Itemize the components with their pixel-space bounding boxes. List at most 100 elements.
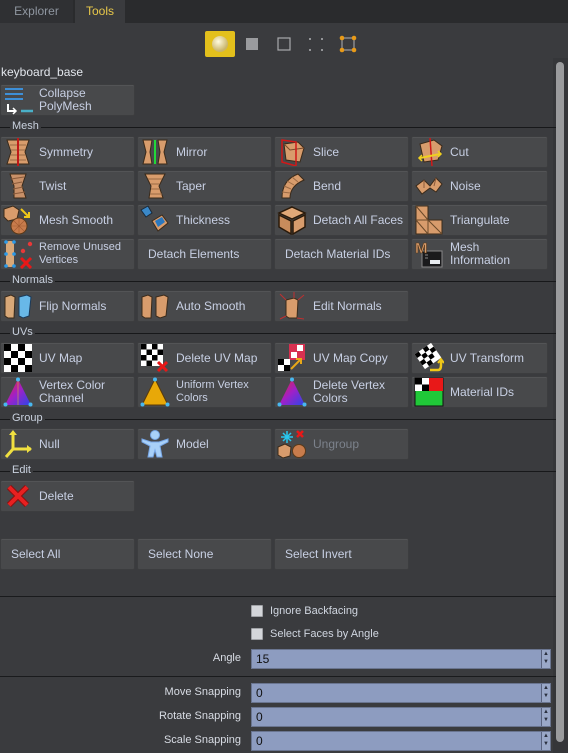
object-mode-button[interactable] <box>205 31 235 57</box>
triangulate-button[interactable]: Triangulate <box>411 204 548 236</box>
section-title: Normals <box>10 274 55 286</box>
checkbox-box[interactable] <box>251 628 263 640</box>
auto-smooth-button[interactable]: Auto Smooth <box>137 290 272 322</box>
ungroup-button[interactable]: Ungroup <box>274 428 409 460</box>
button-label: Taper <box>176 178 207 193</box>
collapse-polymesh-button[interactable]: Collapse PolyMesh <box>0 84 135 116</box>
object-name: keyboard_base <box>1 65 84 79</box>
edit-normals-button[interactable]: Edit Normals <box>274 290 409 322</box>
twist-icon <box>3 172 33 200</box>
detach-elements-button[interactable]: Detach Elements <box>137 238 272 270</box>
filled-square-icon <box>246 38 258 50</box>
vertex-color-channel-button[interactable]: Vertex Color Channel <box>0 376 135 408</box>
spin-arrows-icon[interactable]: ▲ ▼ <box>541 650 550 668</box>
delete-button[interactable]: Delete <box>0 480 135 512</box>
button-label: Mirror <box>176 144 208 159</box>
model-button[interactable]: Model <box>137 428 272 460</box>
slice-button[interactable]: Slice <box>274 136 409 168</box>
delete-x-icon <box>3 482 33 510</box>
spin-arrows-icon[interactable]: ▲ ▼ <box>541 684 550 702</box>
delete-vertex-colors-button[interactable]: Delete Vertex Colors <box>274 376 409 408</box>
select-none-button[interactable]: Select None <box>137 538 272 570</box>
button-label: Noise <box>450 178 481 193</box>
svg-text:M: M <box>415 240 428 257</box>
delete-uv-map-button[interactable]: Delete UV Map <box>137 342 272 374</box>
collapse-label-line2: PolyMesh <box>39 99 92 113</box>
section-edit: Edit <box>0 464 556 477</box>
flip-normals-button[interactable]: Flip Normals <box>0 290 135 322</box>
button-label-line2: Colors <box>313 391 348 405</box>
noise-button[interactable]: Noise <box>411 170 548 202</box>
face-mode-button[interactable] <box>237 31 267 57</box>
tab-explorer[interactable]: Explorer <box>0 0 73 23</box>
model-figure-icon <box>140 430 170 458</box>
tab-bar: Explorer Tools <box>0 0 568 23</box>
bend-button[interactable]: Bend <box>274 170 409 202</box>
scale-snapping-spinbox[interactable]: 0 ▲ ▼ <box>251 731 551 751</box>
rotate-snapping-value: 0 <box>256 710 263 724</box>
edge-mode-button[interactable] <box>269 31 299 57</box>
ignore-backfacing-checkbox[interactable]: Ignore Backfacing <box>251 605 358 617</box>
button-label: UV Transform <box>450 350 525 365</box>
section-title: Group <box>10 412 45 424</box>
mesh-smooth-button[interactable]: Mesh Smooth <box>0 204 135 236</box>
collapse-icon <box>3 86 33 115</box>
button-label: Delete <box>39 488 74 503</box>
button-label: Edit Normals <box>313 298 382 313</box>
section-group: Group <box>0 412 556 425</box>
button-label-line2: Channel <box>39 391 84 405</box>
checkbox-box[interactable] <box>251 605 263 617</box>
move-snapping-label: Move Snapping <box>164 686 241 698</box>
button-label-line1: Delete Vertex <box>313 378 386 392</box>
uv-map-button[interactable]: UV Map <box>0 342 135 374</box>
spin-arrows-icon[interactable]: ▲ ▼ <box>541 708 550 726</box>
button-label-line1: Vertex Color <box>39 378 106 392</box>
mirror-button[interactable]: Mirror <box>137 136 272 168</box>
select-all-button[interactable]: Select All <box>0 538 135 570</box>
button-label: Auto Smooth <box>176 298 246 313</box>
uniform-vertex-colors-button[interactable]: Uniform Vertex Colors <box>137 376 272 408</box>
detach-material-ids-button[interactable]: Detach Material IDs <box>274 238 409 270</box>
divider <box>0 596 556 597</box>
select-invert-button[interactable]: Select Invert <box>274 538 409 570</box>
taper-button[interactable]: Taper <box>137 170 272 202</box>
scrollbar-thumb[interactable] <box>556 62 564 742</box>
twist-button[interactable]: Twist <box>0 170 135 202</box>
rotate-snapping-spinbox[interactable]: 0 ▲ ▼ <box>251 707 551 727</box>
material-ids-button[interactable]: Material IDs <box>411 376 548 408</box>
tab-tools[interactable]: Tools <box>75 0 125 23</box>
button-label: Thickness <box>176 212 231 227</box>
button-label: Triangulate <box>450 212 510 227</box>
select-faces-by-angle-checkbox[interactable]: Select Faces by Angle <box>251 628 379 640</box>
mirror-icon <box>140 138 170 166</box>
material-ids-icon <box>414 377 444 407</box>
move-snapping-spinbox[interactable]: 0 ▲ ▼ <box>251 683 551 703</box>
section-uvs: UVs <box>0 326 556 339</box>
thickness-button[interactable]: Thickness <box>137 204 272 236</box>
button-label: Cut <box>450 144 469 159</box>
symmetry-icon <box>3 138 33 166</box>
uv-transform-button[interactable]: UV Transform <box>411 342 548 374</box>
delete-uv-icon <box>140 344 170 373</box>
remove-unused-vertices-button[interactable]: Remove Unused Vertices <box>0 238 135 270</box>
null-button[interactable]: Null <box>0 428 135 460</box>
symmetry-button[interactable]: Symmetry <box>0 136 135 168</box>
detach-all-faces-button[interactable]: Detach All Faces <box>274 204 409 236</box>
spin-arrows-icon[interactable]: ▲ ▼ <box>541 732 550 750</box>
transform-mode-button[interactable] <box>333 31 363 57</box>
button-label-line1: Uniform Vertex <box>176 379 249 391</box>
uv-map-copy-button[interactable]: UV Map Copy <box>274 342 409 374</box>
checker-icon <box>3 344 33 372</box>
vertex-mode-button[interactable] <box>301 31 331 57</box>
angle-spinbox[interactable]: 15 ▲ ▼ <box>251 649 551 669</box>
angle-label: Angle <box>212 652 241 664</box>
bounding-box-icon <box>339 35 357 53</box>
cut-button[interactable]: Cut <box>411 136 548 168</box>
section-title: Mesh <box>10 120 41 132</box>
button-label: UV Map <box>39 350 83 365</box>
uniform-color-icon <box>140 377 170 407</box>
section-title: Edit <box>10 464 33 476</box>
scale-snapping-label: Scale Snapping <box>163 734 241 746</box>
mesh-information-button[interactable]: M Mesh Information <box>411 238 548 270</box>
delete-vertex-color-icon <box>277 377 307 407</box>
